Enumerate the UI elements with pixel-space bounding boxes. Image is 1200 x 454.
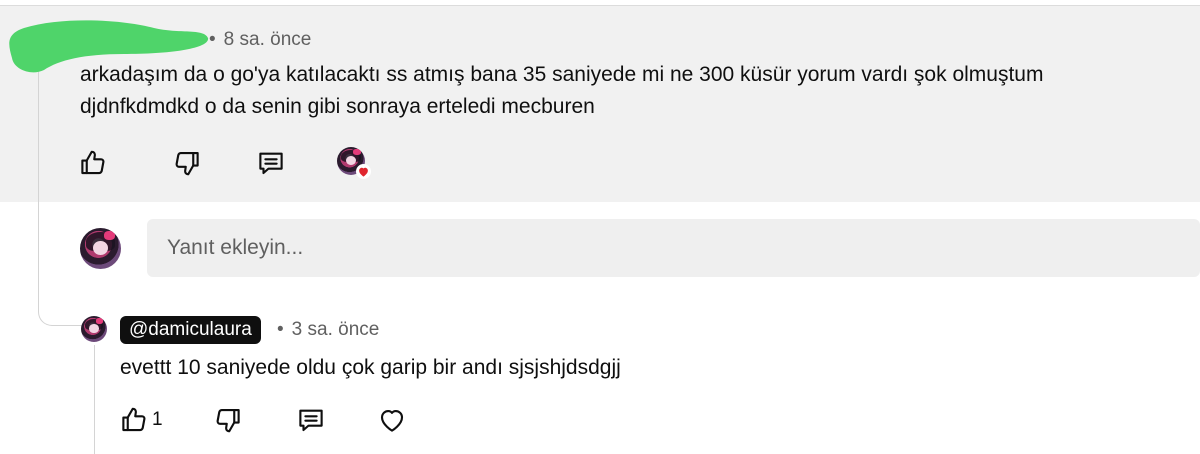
reply-input[interactable]: Yanıt ekleyin...	[147, 219, 1200, 277]
reply-author-handle[interactable]: @damiculaura	[120, 316, 261, 344]
meta-separator: •	[209, 29, 216, 50]
reply-text: evettt 10 saniyede oldu çok garip bir an…	[120, 356, 621, 379]
comment-timestamp[interactable]: 8 sa. önce	[224, 29, 312, 51]
thumbs-down-icon[interactable]	[213, 405, 243, 435]
reply-thread-connector	[94, 345, 95, 454]
meta-separator: •	[277, 319, 284, 340]
heart-icon[interactable]	[377, 405, 407, 435]
thumbs-up-icon[interactable]	[78, 148, 108, 178]
comment-text-line-1: arkadaşım da o go'ya katılacaktı ss atmı…	[80, 63, 1044, 86]
comment-text-line-2: djdnfkdmdkd o da senin gibi sonraya erte…	[80, 95, 595, 118]
current-user-avatar	[80, 228, 121, 269]
reply-author-avatar[interactable]	[81, 316, 107, 342]
reply-icon[interactable]	[296, 405, 326, 435]
comment-meta: • 8 sa. önce	[209, 29, 311, 51]
reply-input-placeholder: Yanıt ekleyin...	[167, 236, 304, 259]
creator-heart-icon[interactable]	[356, 164, 371, 179]
reply-like-count: 1	[152, 409, 163, 430]
reply-icon[interactable]	[256, 148, 286, 178]
reply-timestamp[interactable]: 3 sa. önce	[292, 319, 380, 341]
thumbs-down-icon[interactable]	[172, 148, 202, 178]
reply-meta: • 3 sa. önce	[277, 319, 379, 341]
reply-author-handle-text: @damiculaura	[129, 319, 252, 340]
thumbs-up-icon[interactable]	[119, 405, 149, 435]
